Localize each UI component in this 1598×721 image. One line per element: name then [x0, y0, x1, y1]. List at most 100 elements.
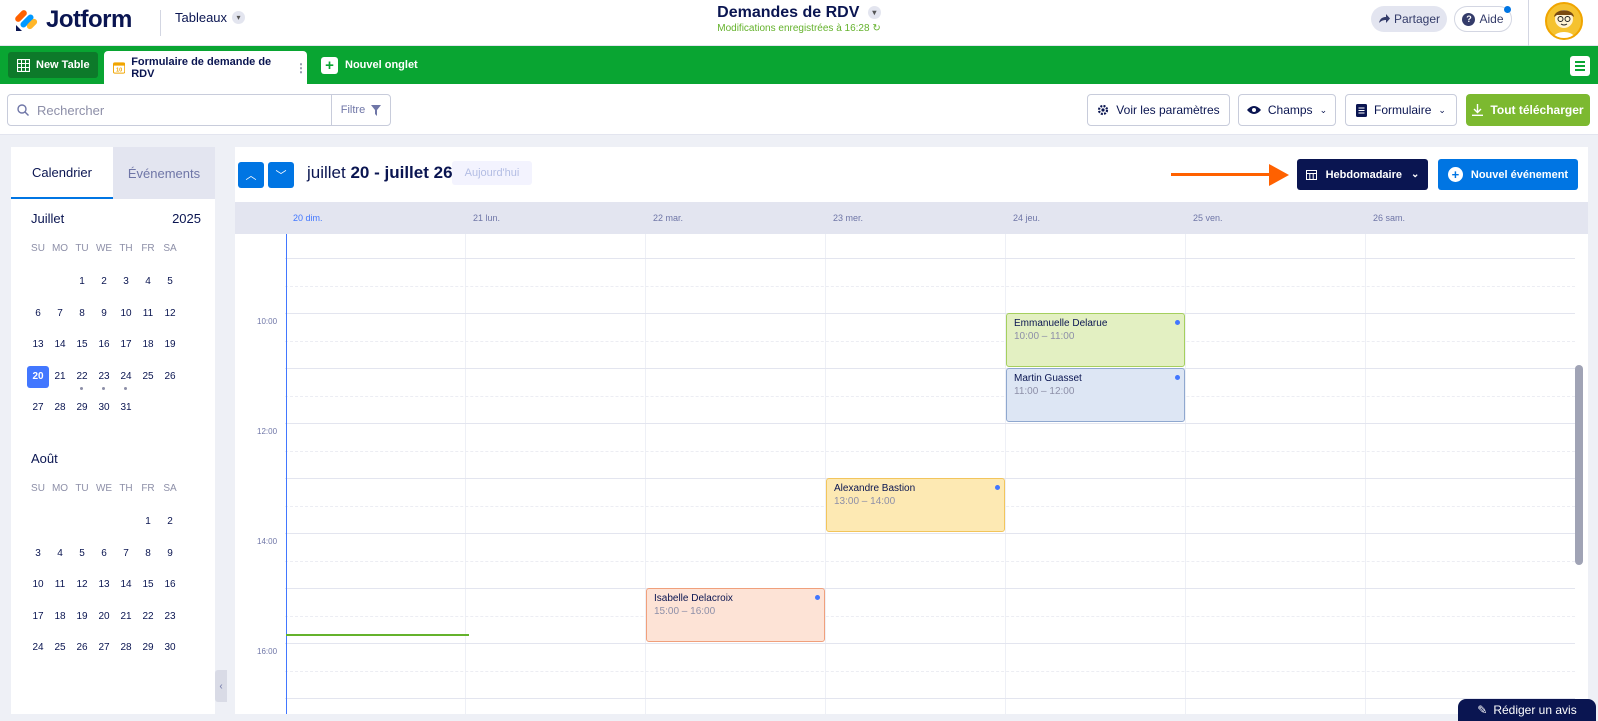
day-cell[interactable]: 12 [159, 303, 181, 325]
day-cell[interactable]: 31 [115, 397, 137, 419]
tab-new-table[interactable]: New Table [8, 52, 98, 78]
day-cell[interactable]: 30 [93, 397, 115, 419]
collapse-sidebar-button[interactable]: ‹ [215, 670, 227, 702]
day-cell[interactable]: 16 [93, 334, 115, 356]
day-cell[interactable]: 1 [137, 511, 159, 533]
day-cell[interactable]: 14 [49, 334, 71, 356]
day-cell[interactable]: 6 [27, 303, 49, 325]
day-cell[interactable]: 22 [71, 366, 93, 390]
view-mode-dropdown[interactable]: Hebdomadaire ⌄ [1297, 159, 1428, 190]
day-cell[interactable]: 29 [71, 397, 93, 419]
calendar-event[interactable]: Martin Guasset 11:00 – 12:00 [1006, 368, 1185, 422]
tab-calendar[interactable]: Calendrier [11, 147, 113, 199]
day-cell[interactable]: 21 [49, 366, 71, 388]
download-all-button[interactable]: Tout télécharger [1466, 94, 1590, 126]
day-cell[interactable]: 6 [93, 543, 115, 565]
calendar-event[interactable]: Isabelle Delacroix 15:00 – 16:00 [646, 588, 825, 642]
share-button[interactable]: Partager [1371, 6, 1447, 32]
day-cell[interactable]: 13 [93, 574, 115, 596]
day-cell[interactable]: 4 [49, 543, 71, 565]
day-column-header[interactable]: 25 ven. [1193, 213, 1223, 223]
day-cell[interactable]: 13 [27, 334, 49, 356]
day-cell[interactable]: 16 [159, 574, 181, 596]
day-column-header[interactable]: 20 dim. [293, 213, 323, 223]
fields-dropdown[interactable]: Champs ⌄ [1238, 94, 1336, 126]
day-cell[interactable]: 15 [71, 334, 93, 356]
day-cell[interactable]: 28 [115, 637, 137, 659]
calendar-event[interactable]: Emmanuelle Delarue 10:00 – 11:00 [1006, 313, 1185, 367]
day-column-header[interactable]: 23 mer. [833, 213, 863, 223]
day-cell[interactable]: 11 [49, 574, 71, 596]
day-cell[interactable]: 4 [137, 271, 159, 293]
add-tab-button[interactable]: + Nouvel onglet [321, 52, 418, 78]
day-cell[interactable]: 7 [49, 303, 71, 325]
day-cell[interactable]: 26 [71, 637, 93, 659]
previous-week-button[interactable]: ︿ [238, 162, 264, 188]
tab-options-icon[interactable]: ⋮ [295, 61, 307, 75]
chevron-down-icon[interactable]: ▾ [867, 6, 881, 20]
day-cell[interactable]: 29 [137, 637, 159, 659]
day-cell[interactable]: 25 [137, 366, 159, 388]
scrollbar[interactable] [1575, 365, 1583, 565]
day-cell[interactable]: 2 [159, 511, 181, 533]
day-cell[interactable]: 15 [137, 574, 159, 596]
filter-button[interactable]: Filtre [331, 94, 391, 126]
day-cell[interactable]: 1 [71, 271, 93, 293]
day-cell[interactable]: 11 [137, 303, 159, 325]
day-cell[interactable]: 17 [115, 334, 137, 356]
day-cell[interactable]: 14 [115, 574, 137, 596]
calendar-event[interactable]: Alexandre Bastion 13:00 – 14:00 [826, 478, 1005, 532]
day-cell[interactable]: 26 [159, 366, 181, 388]
toolbar: Filtre Voir les paramètres Champs ⌄ Form… [0, 84, 1598, 135]
day-cell[interactable]: 30 [159, 637, 181, 659]
search-input[interactable] [37, 102, 307, 118]
tab-events[interactable]: Événements [113, 147, 215, 199]
day-cell[interactable]: 27 [93, 637, 115, 659]
day-cell[interactable]: 12 [71, 574, 93, 596]
day-cell[interactable]: 27 [27, 397, 49, 419]
tab-form[interactable]: 10 Formulaire de demande de RDV ⋮ [104, 51, 307, 84]
weekday-label: MO [51, 483, 69, 494]
day-cell[interactable]: 24 [115, 366, 137, 390]
write-review-button[interactable]: ✎ Rédiger un avis [1458, 699, 1596, 721]
day-cell[interactable]: 7 [115, 543, 137, 565]
day-cell[interactable]: 8 [137, 543, 159, 565]
day-cell[interactable]: 17 [27, 606, 49, 628]
day-cell[interactable]: 3 [115, 271, 137, 293]
day-cell[interactable]: 5 [159, 271, 181, 293]
day-cell[interactable]: 3 [27, 543, 49, 565]
hamburger-menu-icon[interactable] [1570, 56, 1590, 76]
day-cell[interactable]: 20 [27, 365, 49, 388]
day-cell[interactable]: 18 [49, 606, 71, 628]
new-event-button[interactable]: + Nouvel événement [1438, 159, 1578, 190]
day-cell[interactable]: 28 [49, 397, 71, 419]
day-cell[interactable]: 2 [93, 271, 115, 293]
day-cell[interactable]: 20 [93, 606, 115, 628]
document-title[interactable]: Demandes de RDV ▾ [0, 4, 1598, 22]
day-cell[interactable]: 19 [159, 334, 181, 356]
day-cell[interactable]: 22 [137, 606, 159, 628]
day-cell[interactable]: 9 [159, 543, 181, 565]
day-cell[interactable]: 9 [93, 303, 115, 325]
day-cell[interactable]: 23 [159, 606, 181, 628]
day-cell[interactable]: 21 [115, 606, 137, 628]
day-cell[interactable]: 5 [71, 543, 93, 565]
day-cell[interactable]: 10 [27, 574, 49, 596]
filter-icon [371, 104, 382, 116]
day-cell[interactable]: 8 [71, 303, 93, 325]
day-column-header[interactable]: 26 sam. [1373, 213, 1405, 223]
form-dropdown[interactable]: Formulaire ⌄ [1345, 94, 1457, 126]
avatar[interactable] [1545, 2, 1583, 40]
view-settings-button[interactable]: Voir les paramètres [1087, 94, 1230, 126]
day-cell[interactable]: 19 [71, 606, 93, 628]
day-cell[interactable]: 25 [49, 637, 71, 659]
day-column-header[interactable]: 24 jeu. [1013, 213, 1040, 223]
today-button[interactable]: Aujourd'hui [452, 161, 532, 185]
day-cell[interactable]: 24 [27, 637, 49, 659]
day-cell[interactable]: 23 [93, 366, 115, 390]
day-cell[interactable]: 10 [115, 303, 137, 325]
day-column-header[interactable]: 22 mar. [653, 213, 683, 223]
next-week-button[interactable]: ﹀ [268, 162, 294, 188]
day-column-header[interactable]: 21 lun. [473, 213, 500, 223]
day-cell[interactable]: 18 [137, 334, 159, 356]
